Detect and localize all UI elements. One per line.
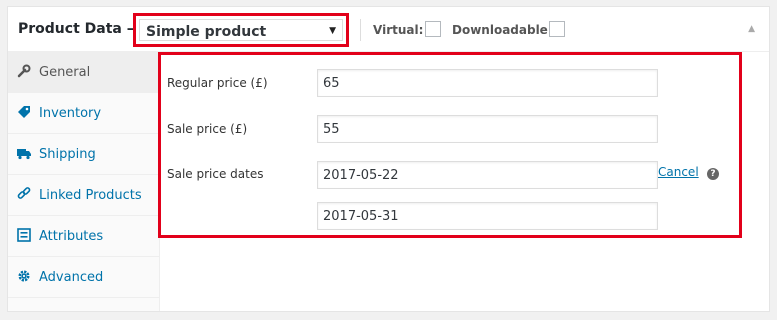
product-data-tabs: General Inventory Shipping Linked Produc… — [8, 52, 160, 311]
pricing-fields-highlight: Regular price (£) 65 Sale price (£) 55 S… — [158, 52, 742, 238]
link-icon — [17, 187, 31, 201]
downloadable-label: Downloadable: — [452, 23, 553, 37]
tab-advanced[interactable]: Advanced — [8, 257, 159, 298]
tab-shipping[interactable]: Shipping — [8, 134, 159, 175]
regular-price-label: Regular price (£) — [167, 76, 268, 90]
sale-price-label: Sale price (£) — [167, 122, 248, 136]
tab-inventory-label: Inventory — [39, 106, 102, 121]
product-type-select[interactable]: Simple product ▼ — [139, 19, 343, 41]
tab-shipping-label: Shipping — [39, 147, 96, 162]
truck-icon — [17, 146, 31, 160]
tab-linked-products-label: Linked Products — [39, 188, 142, 203]
tag-icon — [17, 105, 31, 119]
tab-linked-products[interactable]: Linked Products — [8, 175, 159, 216]
virtual-checkbox[interactable] — [425, 21, 441, 37]
cancel-schedule-link[interactable]: Cancel — [658, 165, 699, 179]
product-data-header: Product Data — Simple product ▼ Virtual:… — [8, 7, 769, 52]
sale-price-input[interactable]: 55 — [317, 115, 658, 143]
tab-inventory[interactable]: Inventory — [8, 93, 159, 134]
regular-price-input[interactable]: 65 — [317, 69, 658, 97]
downloadable-checkbox[interactable] — [549, 21, 565, 37]
header-divider — [360, 19, 361, 41]
list-icon — [17, 228, 31, 242]
tab-general-label: General — [39, 65, 91, 80]
tab-attributes[interactable]: Attributes — [8, 216, 159, 257]
chevron-down-icon: ▼ — [329, 26, 336, 36]
tab-advanced-label: Advanced — [39, 270, 104, 285]
product-type-highlight: Simple product ▼ — [133, 13, 349, 47]
help-icon[interactable]: ? — [707, 168, 719, 180]
collapse-toggle-icon[interactable]: ▲ — [748, 24, 755, 34]
sale-date-from-input[interactable]: 2017-05-22 — [317, 161, 658, 189]
tab-attributes-label: Attributes — [39, 229, 104, 244]
product-data-title: Product Data — — [18, 21, 141, 37]
product-type-value: Simple product — [146, 24, 267, 40]
wrench-icon — [17, 64, 31, 78]
sale-dates-label: Sale price dates — [167, 167, 264, 181]
gear-icon — [17, 269, 31, 283]
tab-general[interactable]: General — [8, 52, 159, 93]
sale-date-to-input[interactable]: 2017-05-31 — [317, 202, 658, 230]
virtual-label: Virtual: — [373, 23, 424, 37]
